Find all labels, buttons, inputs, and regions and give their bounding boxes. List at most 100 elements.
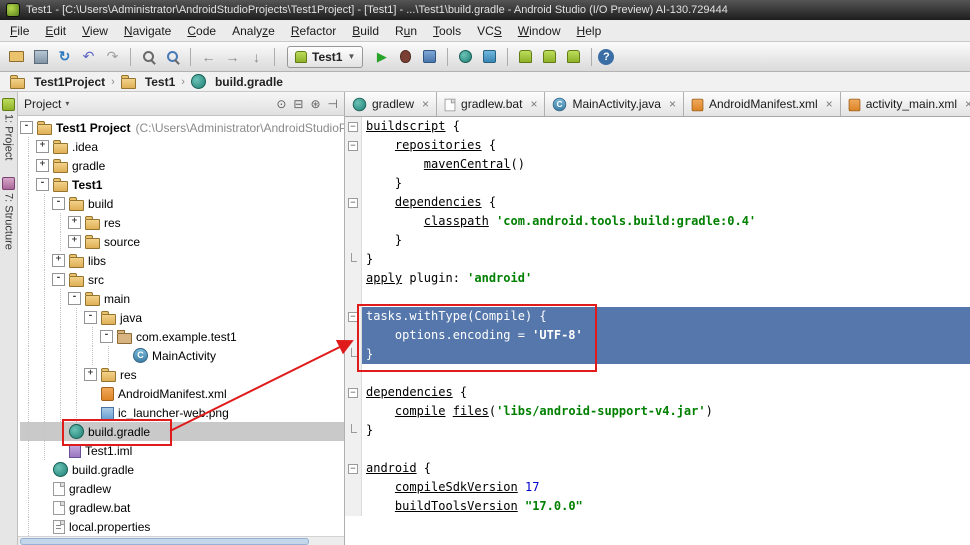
recent-icon[interactable]: ↓ — [245, 46, 268, 68]
menu-help[interactable]: Help — [569, 21, 610, 41]
expand-icon[interactable]: + — [36, 140, 49, 153]
tree-item-androidmanifest-xml[interactable]: AndroidManifest.xml — [20, 384, 344, 403]
menu-build[interactable]: Build — [344, 21, 387, 41]
forward-icon[interactable]: → — [221, 46, 244, 68]
find-icon[interactable] — [137, 46, 160, 68]
collapse-icon[interactable]: - — [20, 121, 33, 134]
breadcrumb-item-test1project[interactable]: Test1Project — [8, 74, 107, 89]
debug-icon[interactable] — [394, 46, 417, 68]
chevron-down-icon[interactable]: ▾ — [65, 99, 69, 108]
menu-edit[interactable]: Edit — [37, 21, 74, 41]
menu-code[interactable]: Code — [179, 21, 224, 41]
fold-collapse-icon[interactable] — [345, 193, 362, 212]
avd-manager-icon[interactable] — [514, 46, 537, 68]
device-monitor-icon[interactable] — [562, 46, 585, 68]
tree-item-main[interactable]: - main — [20, 289, 344, 308]
fold-collapse-icon[interactable] — [345, 117, 362, 136]
close-tab-icon[interactable]: × — [669, 97, 676, 111]
fold-end-icon[interactable] — [345, 250, 362, 269]
undo-icon[interactable]: ↶ — [77, 46, 100, 68]
tree-item-res[interactable]: + res — [20, 365, 344, 384]
tree-item-idea[interactable]: + .idea — [20, 137, 344, 156]
editor-tab-androidmanifest-xml[interactable]: AndroidManifest.xml × — [683, 92, 841, 116]
run-icon[interactable]: ▶ — [370, 46, 393, 68]
tree-item-ic-launcher-web-png[interactable]: ic_launcher-web.png — [20, 403, 344, 422]
back-icon[interactable]: ← — [197, 46, 220, 68]
expand-icon[interactable]: + — [68, 235, 81, 248]
expand-icon[interactable]: + — [84, 368, 97, 381]
tree-item-test1-project[interactable]: - Test1 Project (C:\Users\Administrator\An… — [20, 118, 344, 137]
collapse-icon[interactable]: - — [100, 330, 113, 343]
close-tab-icon[interactable]: × — [530, 97, 537, 111]
fold-collapse-icon[interactable] — [345, 459, 362, 478]
gradle-icon[interactable] — [478, 46, 501, 68]
menu-vcs[interactable]: VCS — [469, 21, 510, 41]
tree-item-local-properties[interactable]: local.properties — [20, 517, 344, 536]
tree-item-test1[interactable]: - Test1 — [20, 175, 344, 194]
fold-collapse-icon[interactable] — [345, 383, 362, 402]
collapse-icon[interactable]: - — [52, 273, 65, 286]
tree-item-java[interactable]: - java — [20, 308, 344, 327]
tree-item-libs[interactable]: + libs — [20, 251, 344, 270]
gradle-sync-icon[interactable] — [454, 46, 477, 68]
breadcrumb-item-test1[interactable]: Test1 — [119, 74, 177, 89]
expand-icon[interactable]: + — [68, 216, 81, 229]
tree-item-res[interactable]: + res — [20, 213, 344, 232]
menu-file[interactable]: File — [2, 21, 37, 41]
save-icon[interactable] — [29, 46, 52, 68]
tree-item-mainactivity[interactable]: MainActivity — [20, 346, 344, 365]
tool-window-button-7-structure[interactable]: 7: Structure — [0, 177, 17, 250]
editor-tab-mainactivity-java[interactable]: MainActivity.java × — [545, 92, 684, 116]
tool-window-button-1-project[interactable]: 1: Project — [0, 98, 17, 160]
fold-collapse-icon[interactable] — [345, 307, 362, 326]
tree-item-com-example-test1[interactable]: - com.example.test1 — [20, 327, 344, 346]
fold-end-icon[interactable] — [345, 345, 362, 364]
menu-view[interactable]: View — [74, 21, 116, 41]
scrollbar-thumb[interactable] — [20, 538, 309, 545]
fold-collapse-icon[interactable] — [345, 136, 362, 155]
tree-item-build-gradle[interactable]: build.gradle — [20, 460, 344, 479]
tree-item-gradle[interactable]: + gradle — [20, 156, 344, 175]
code-editor[interactable]: buildscript { repositories { mavenCentra… — [345, 117, 970, 545]
tree-item-gradlew-bat[interactable]: gradlew.bat — [20, 498, 344, 517]
close-tab-icon[interactable]: × — [422, 97, 429, 111]
open-icon[interactable] — [5, 46, 28, 68]
collapse-icon[interactable]: - — [52, 197, 65, 210]
project-panel-title[interactable]: Project — [24, 97, 61, 111]
replace-icon[interactable] — [161, 46, 184, 68]
settings-icon[interactable]: ⊛ — [310, 97, 320, 111]
menu-analyze[interactable]: Analyze — [224, 21, 283, 41]
menu-refactor[interactable]: Refactor — [283, 21, 344, 41]
tree-item-test1-iml[interactable]: Test1.iml — [20, 441, 344, 460]
run-configuration-combo[interactable]: Test1 ▼ — [287, 45, 364, 68]
collapse-icon[interactable]: - — [36, 178, 49, 191]
fold-end-icon[interactable] — [345, 421, 362, 440]
editor-tab-gradlew[interactable]: gradlew × — [345, 92, 438, 116]
collapse-all-icon[interactable]: ⊟ — [293, 97, 303, 111]
collapse-icon[interactable]: - — [68, 292, 81, 305]
tree-item-build-gradle[interactable]: build.gradle — [20, 422, 344, 441]
sdk-manager-icon[interactable] — [538, 46, 561, 68]
tree-item-gradlew[interactable]: gradlew — [20, 479, 344, 498]
tree-item-build[interactable]: - build — [20, 194, 344, 213]
hide-panel-icon[interactable]: ⊣ — [328, 97, 338, 111]
menu-navigate[interactable]: Navigate — [116, 21, 179, 41]
editor-tab-gradlew-bat[interactable]: gradlew.bat × — [437, 92, 546, 116]
close-tab-icon[interactable]: × — [965, 97, 970, 111]
tree-item-source[interactable]: + source — [20, 232, 344, 251]
help-icon[interactable]: ? — [598, 48, 615, 65]
close-tab-icon[interactable]: × — [826, 97, 833, 111]
coverage-icon[interactable] — [418, 46, 441, 68]
project-tree-hscrollbar[interactable] — [18, 536, 344, 545]
sync-icon[interactable]: ↻ — [53, 46, 76, 68]
expand-icon[interactable]: + — [36, 159, 49, 172]
redo-icon[interactable]: ↷ — [101, 46, 124, 68]
collapse-icon[interactable]: - — [84, 311, 97, 324]
expand-icon[interactable]: + — [52, 254, 65, 267]
breadcrumb-item-build-gradle[interactable]: build.gradle — [189, 74, 285, 89]
editor-tab-activity-main-xml[interactable]: activity_main.xml × — [840, 92, 970, 116]
tree-item-src[interactable]: - src — [20, 270, 344, 289]
menu-tools[interactable]: Tools — [425, 21, 469, 41]
scroll-from-source-icon[interactable]: ⊙ — [276, 97, 286, 111]
menu-run[interactable]: Run — [387, 21, 425, 41]
